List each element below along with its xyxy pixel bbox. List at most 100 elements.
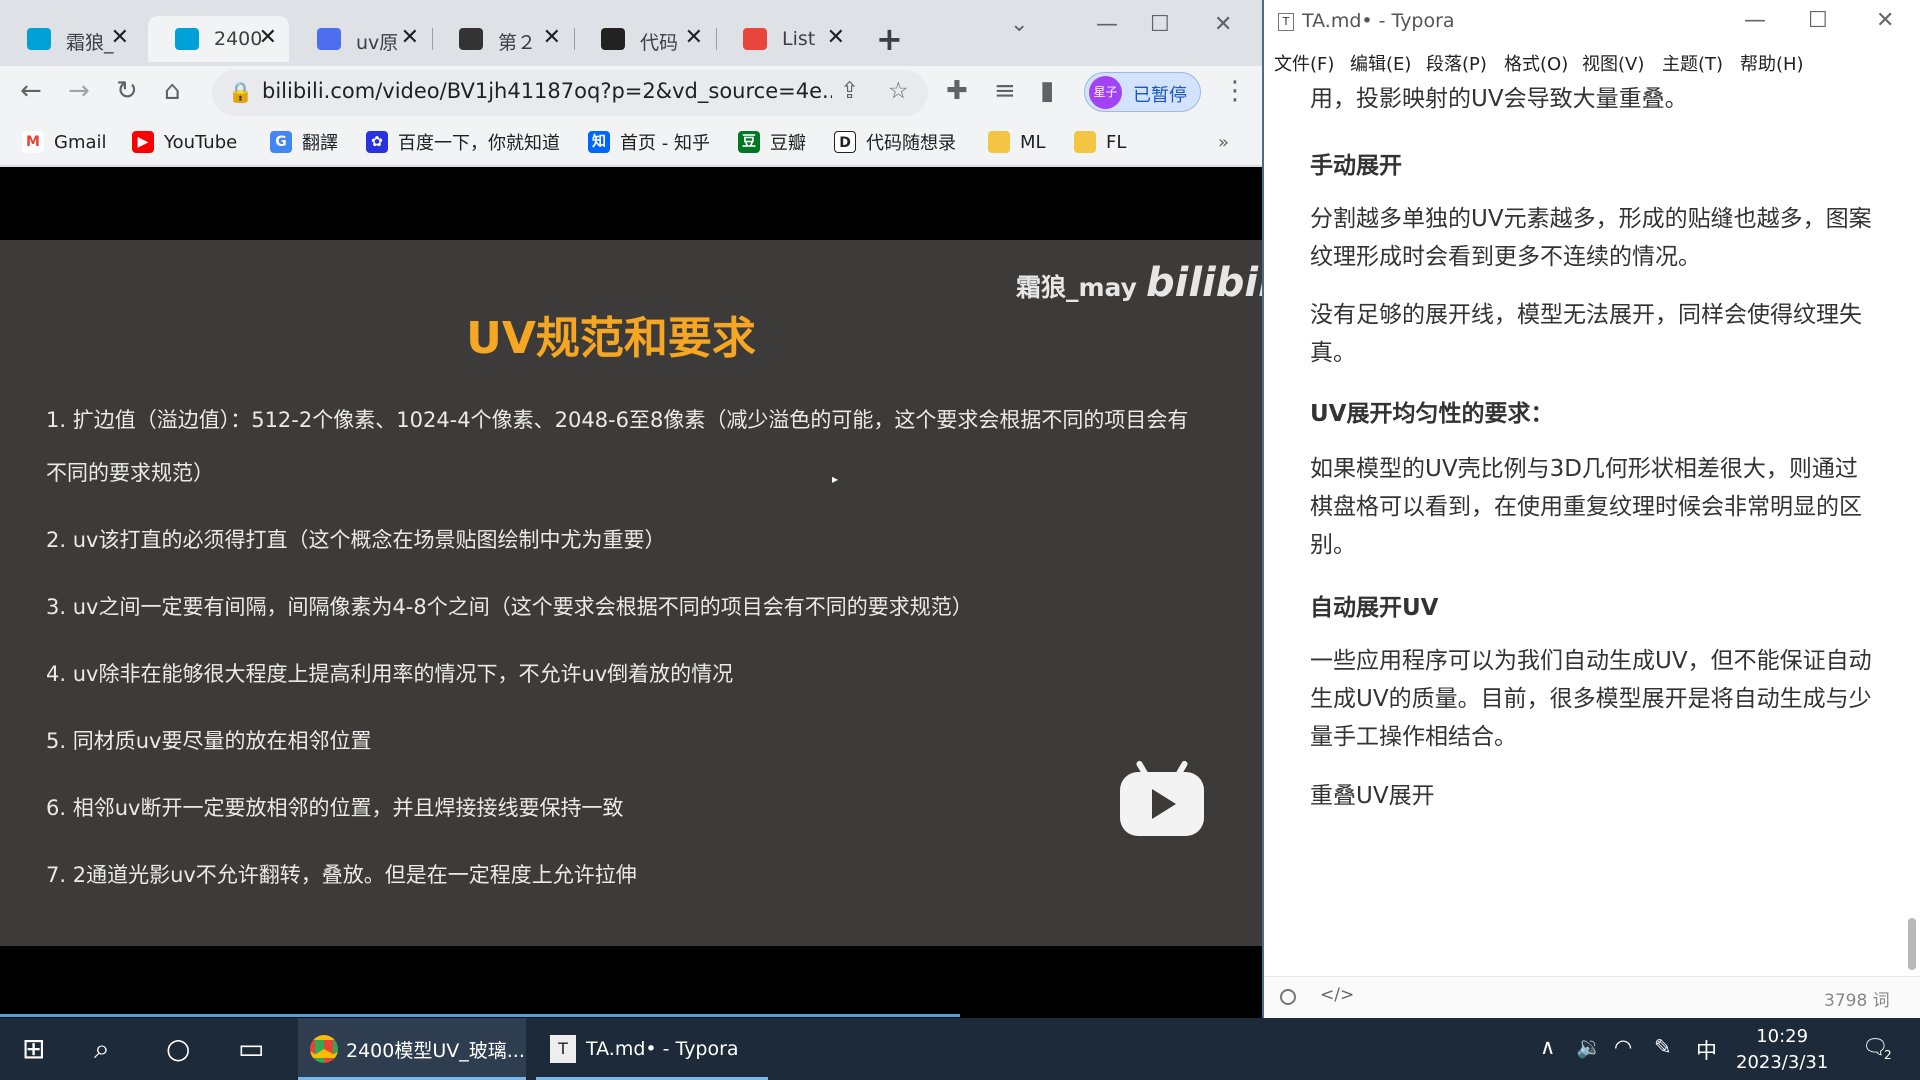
baidu-icon: ✿ <box>366 131 388 153</box>
lock-icon[interactable]: 🔒 <box>228 80 253 104</box>
close-tab-icon[interactable]: ✕ <box>685 25 703 50</box>
play-button-icon[interactable] <box>1120 759 1204 836</box>
ime-indicator[interactable]: 中 <box>1696 1035 1717 1065</box>
close-tab-icon[interactable]: ✕ <box>111 25 129 50</box>
menu-theme[interactable]: 主题(T) <box>1662 50 1723 76</box>
bookmark-translate[interactable]: G 翻譯 <box>270 128 338 156</box>
douban-icon: 豆 <box>738 131 760 153</box>
share-icon[interactable]: ⇪ <box>840 78 859 104</box>
bookmark-baidu[interactable]: ✿ 百度一下，你就知道 <box>366 128 560 156</box>
browser-tab-4[interactable]: 代码 ✕ <box>574 16 715 62</box>
close-tab-icon[interactable]: ✕ <box>401 25 419 50</box>
wifi-icon[interactable]: ◠ <box>1614 1035 1632 1059</box>
paragraph[interactable]: 用，投影映射的UV会导致大量重叠。 <box>1310 80 1875 118</box>
close-tab-icon[interactable]: ✕ <box>259 25 277 50</box>
menu-paragraph[interactable]: 段落(P) <box>1426 50 1487 76</box>
taskbar-app-chrome[interactable]: 2400模型UV_玻璃... <box>298 1018 526 1080</box>
browser-tab-1[interactable]: 2400 ✕ <box>148 16 289 62</box>
bookmarks-overflow-button[interactable]: » <box>1218 128 1229 156</box>
address-bar[interactable]: 🔒 bilibili.com/video/BV1jh41187oq?p=2&vd… <box>212 70 928 116</box>
chrome-icon <box>310 1035 338 1063</box>
rule-item: 6. 相邻uv断开一定要放相邻的位置，并且焊接接线要保持一致 <box>46 796 624 820</box>
tab-search-icon[interactable]: ⌄ <box>1010 12 1028 37</box>
video-frame[interactable]: 霜狼_may bilibili UV规范和要求 1. 扩边值（溢边值）：512-… <box>0 240 1286 946</box>
more-menu-icon[interactable]: ⋮ <box>1222 76 1248 106</box>
zhihu-icon: 知 <box>588 131 610 153</box>
profile-button[interactable]: 星子 已暂停 <box>1084 72 1201 112</box>
bookmark-folder-fl[interactable]: FL <box>1074 128 1126 156</box>
volume-icon[interactable]: 🔉 <box>1576 1035 1602 1060</box>
heading[interactable]: 自动展开UV <box>1310 588 1438 622</box>
taskbar: ⊞ ⌕ ○ ▭ 2400模型UV_玻璃... T TA.md• - Typora… <box>0 1018 1920 1080</box>
tab-strip: 霜狼_ ✕ 2400 ✕ uv原 ✕ 第２ ✕ 代码 ✕ List ✕ + ⌄ … <box>0 0 1262 76</box>
bookmark-douban[interactable]: 豆 豆瓣 <box>738 128 806 156</box>
bookmark-gmail[interactable]: M Gmail <box>22 128 107 156</box>
taskbar-app-typora[interactable]: T TA.md• - Typora <box>536 1018 768 1080</box>
bookmark-zhihu[interactable]: 知 首页 - 知乎 <box>588 128 710 156</box>
close-window-icon[interactable]: ✕ <box>1214 12 1232 37</box>
menu-format[interactable]: 格式(O) <box>1504 50 1568 76</box>
rule-item: 5. 同材质uv要尽量的放在相邻位置 <box>46 729 372 753</box>
maximize-icon[interactable]: ☐ <box>1808 8 1828 33</box>
url-text[interactable]: bilibili.com/video/BV1jh41187oq?p=2&vd_s… <box>262 79 832 103</box>
forward-icon[interactable]: → <box>68 76 90 106</box>
media-controls-icon[interactable]: ≡ <box>994 76 1016 106</box>
close-window-icon[interactable]: ✕ <box>1876 8 1894 33</box>
window-title: TA.md• - Typora <box>1302 10 1455 32</box>
folder-icon <box>1074 131 1096 153</box>
task-view-icon[interactable]: ▭ <box>238 1032 264 1065</box>
clock[interactable]: 10:29 2023/3/31 <box>1736 1024 1828 1076</box>
bookmark-code[interactable]: D 代码随想录 <box>834 128 956 156</box>
heading[interactable]: UV展开均匀性的要求： <box>1310 394 1553 428</box>
menu-view[interactable]: 视图(V) <box>1582 50 1644 76</box>
extensions-icon[interactable]: ✚ <box>946 76 968 106</box>
slide-title: UV规范和要求 <box>466 313 756 364</box>
menu-file[interactable]: 文件(F) <box>1274 50 1334 76</box>
clock-date: 2023/3/31 <box>1736 1052 1829 1073</box>
paragraph[interactable]: 一些应用程序可以为我们自动生成UV，但不能保证自动生成UV的质量。目前，很多模型… <box>1310 642 1875 756</box>
paragraph[interactable]: 分割越多单独的UV元素越多，形成的贴缝也越多，图案纹理形成时会看到更多不连续的情… <box>1310 200 1875 276</box>
bookmark-folder-ml[interactable]: ML <box>988 128 1046 156</box>
rule-item: 3. uv之间一定要有间隔，间隔像素为4-8个之间（这个要求会根据不同的项目会有… <box>46 595 973 619</box>
browser-tab-2[interactable]: uv原 ✕ <box>290 16 431 62</box>
windows-start-icon[interactable]: ⊞ <box>22 1032 45 1065</box>
back-icon[interactable]: ← <box>20 76 42 106</box>
menu-help[interactable]: 帮助(H) <box>1740 50 1804 76</box>
browser-tab-3[interactable]: 第２ ✕ <box>432 16 573 62</box>
tray-chevron-icon[interactable]: ∧ <box>1540 1035 1555 1059</box>
word-count[interactable]: 3798 词 <box>1824 986 1890 1011</box>
paragraph[interactable]: 如果模型的UV壳比例与3D几何形状相差很大，则通过棋盘格可以看到，在使用重复纹理… <box>1310 450 1875 564</box>
minimize-icon[interactable]: — <box>1744 8 1766 33</box>
editor-content[interactable]: 用，投影映射的UV会导致大量重叠。 手动展开 分割越多单独的UV元素越多，形成的… <box>1264 80 1920 976</box>
bookmark-youtube[interactable]: ▶ YouTube <box>132 128 237 156</box>
source-mode-icon[interactable]: </> <box>1320 985 1354 1005</box>
maximize-icon[interactable]: ☐ <box>1150 12 1170 37</box>
pen-icon[interactable]: ✎ <box>1654 1035 1672 1059</box>
rule-item: 2. uv该打直的必须得打直（这个概念在场景贴图绘制中尤为重要） <box>46 528 666 552</box>
cortana-icon[interactable]: ○ <box>166 1032 190 1065</box>
scrollbar-thumb[interactable] <box>1908 918 1916 970</box>
close-tab-icon[interactable]: ✕ <box>543 25 561 50</box>
new-tab-button[interactable]: + <box>876 20 903 58</box>
video-player[interactable]: 霜狼_may bilibili UV规范和要求 1. 扩边值（溢边值）：512-… <box>0 167 1286 1018</box>
heading[interactable]: 手动展开 <box>1310 146 1402 180</box>
side-panel-icon[interactable]: ▮ <box>1040 76 1054 106</box>
browser-tab-0[interactable]: 霜狼_ ✕ <box>0 16 141 62</box>
bookmark-star-icon[interactable]: ☆ <box>888 78 909 104</box>
search-icon[interactable]: ⌕ <box>94 1032 110 1066</box>
browser-tab-5[interactable]: List ✕ <box>716 16 857 62</box>
paragraph[interactable]: 没有足够的展开线，模型无法展开，同样会使得纹理失真。 <box>1310 296 1875 372</box>
close-tab-icon[interactable]: ✕ <box>827 25 845 50</box>
bookmark-label: YouTube <box>164 131 238 153</box>
bookmark-label: 翻譯 <box>302 133 338 154</box>
paragraph[interactable]: 重叠UV展开 <box>1310 777 1875 815</box>
reload-icon[interactable]: ↻ <box>116 76 138 106</box>
sidebar-toggle-icon[interactable] <box>1280 989 1296 1005</box>
minimize-icon[interactable]: — <box>1096 12 1118 37</box>
taskbar-app-label: TA.md• - Typora <box>586 1038 739 1060</box>
typora-titlebar: T TA.md• - Typora — ☐ ✕ <box>1264 0 1920 44</box>
home-icon[interactable]: ⌂ <box>164 76 181 106</box>
menu-edit[interactable]: 编辑(E) <box>1350 50 1411 76</box>
list-favicon-icon <box>743 28 767 50</box>
video-progress-bar[interactable] <box>0 1014 960 1017</box>
